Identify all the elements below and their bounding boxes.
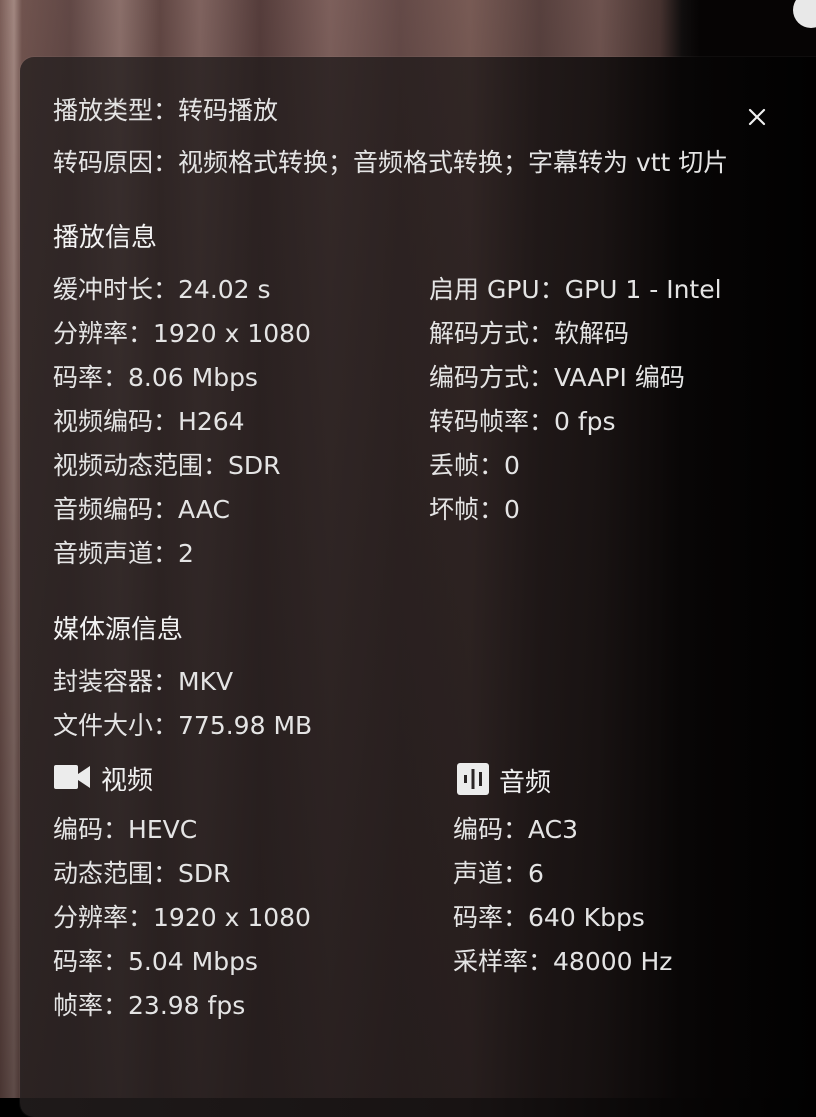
source-info-heading: 媒体源信息 [53, 615, 184, 645]
file-size-row: 文件大小：775.98 MB [53, 711, 312, 741]
audio-value: AC3 [528, 815, 579, 844]
info-label: 丢帧： [429, 451, 505, 480]
info-value: VAAPI 编码 [554, 363, 685, 392]
info-value: 8.06 Mbps [128, 363, 258, 392]
file-size-label: 文件大小： [53, 711, 179, 740]
audio-wave-icon [457, 763, 489, 802]
info-row: 分辨率：1920 x 1080 [53, 319, 311, 349]
close-button[interactable] [744, 104, 770, 130]
audio-label: 采样率： [453, 947, 554, 976]
audio-label: 码率： [453, 903, 529, 932]
audio-value: 6 [528, 859, 544, 888]
video-row: 动态范围：SDR [53, 859, 231, 889]
info-label: 转码帧率： [429, 407, 555, 436]
info-value: 0 [504, 451, 520, 480]
video-label: 码率： [53, 947, 129, 976]
info-row: 解码方式：软解码 [429, 319, 629, 349]
info-value: 24.02 s [178, 275, 271, 304]
video-label: 编码： [53, 815, 129, 844]
video-value: 1920 x 1080 [153, 903, 311, 932]
playback-type-value: 转码播放 [178, 96, 279, 125]
info-label: 分辨率： [53, 319, 154, 348]
info-value: AAC [178, 495, 230, 524]
info-row: 缓冲时长：24.02 s [53, 275, 271, 305]
video-value: HEVC [128, 815, 198, 844]
info-row: 转码帧率：0 fps [429, 407, 616, 437]
container-label: 封装容器： [53, 667, 179, 696]
info-value: 0 [504, 495, 520, 524]
video-value: 23.98 fps [128, 991, 246, 1020]
audio-section-title: 音频 [499, 767, 552, 798]
info-label: 编码方式： [429, 363, 555, 392]
info-label: 码率： [53, 363, 129, 392]
play-info-heading: 播放信息 [53, 223, 158, 253]
info-row: 视频动态范围：SDR [53, 451, 281, 481]
playback-type: 播放类型：转码播放 [53, 96, 278, 126]
video-value: SDR [178, 859, 231, 888]
info-label: 坏帧： [429, 495, 505, 524]
video-camera-icon [53, 763, 91, 798]
info-label: 视频编码： [53, 407, 179, 436]
info-value: 1920 x 1080 [153, 319, 311, 348]
info-value: 软解码 [554, 319, 630, 348]
info-row: 音频编码：AAC [53, 495, 230, 525]
info-label: 视频动态范围： [53, 451, 229, 480]
info-label: 启用 GPU： [429, 275, 565, 304]
video-label: 分辨率： [53, 903, 154, 932]
info-label: 音频编码： [53, 495, 179, 524]
audio-row: 采样率：48000 Hz [453, 947, 672, 977]
info-row: 启用 GPU：GPU 1 - Intel [429, 275, 722, 305]
file-size-value: 775.98 MB [178, 711, 313, 740]
video-row: 分辨率：1920 x 1080 [53, 903, 311, 933]
info-label: 解码方式： [429, 319, 555, 348]
video-row: 帧率：23.98 fps [53, 991, 245, 1021]
video-row: 编码：HEVC [53, 815, 197, 845]
transcode-reason: 转码原因：视频格式转换；音频格式转换；字幕转为 vtt 切片 [53, 148, 728, 178]
info-row: 码率：8.06 Mbps [53, 363, 258, 393]
audio-value: 48000 Hz [553, 947, 673, 976]
audio-row: 码率：640 Kbps [453, 903, 645, 933]
info-row: 音频声道：2 [53, 539, 194, 569]
audio-label: 声道： [453, 859, 529, 888]
audio-row: 声道：6 [453, 859, 544, 889]
video-row: 码率：5.04 Mbps [53, 947, 258, 977]
audio-row: 编码：AC3 [453, 815, 578, 845]
transcode-reason-value: 视频格式转换；音频格式转换；字幕转为 vtt 切片 [178, 148, 729, 177]
info-row: 视频编码：H264 [53, 407, 245, 437]
info-value: GPU 1 - Intel [564, 275, 722, 304]
video-label: 帧率： [53, 991, 129, 1020]
info-value: H264 [178, 407, 245, 436]
video-section-heading: 视频 [53, 763, 153, 798]
close-icon [748, 108, 766, 126]
info-row: 丢帧：0 [429, 451, 520, 481]
info-label: 音频声道： [53, 539, 179, 568]
audio-section-heading: 音频 [457, 763, 551, 802]
audio-label: 编码： [453, 815, 529, 844]
info-row: 编码方式：VAAPI 编码 [429, 363, 685, 393]
container-value: MKV [178, 667, 234, 696]
video-label: 动态范围： [53, 859, 179, 888]
transcode-reason-label: 转码原因： [53, 148, 179, 177]
info-value: 2 [178, 539, 194, 568]
playback-type-label: 播放类型： [53, 96, 179, 125]
info-value: SDR [228, 451, 281, 480]
video-value: 5.04 Mbps [128, 947, 258, 976]
info-value: 0 fps [554, 407, 616, 436]
audio-value: 640 Kbps [528, 903, 645, 932]
info-label: 缓冲时长： [53, 275, 179, 304]
video-section-title: 视频 [101, 765, 154, 796]
container-row: 封装容器：MKV [53, 667, 233, 697]
info-row: 坏帧：0 [429, 495, 520, 525]
